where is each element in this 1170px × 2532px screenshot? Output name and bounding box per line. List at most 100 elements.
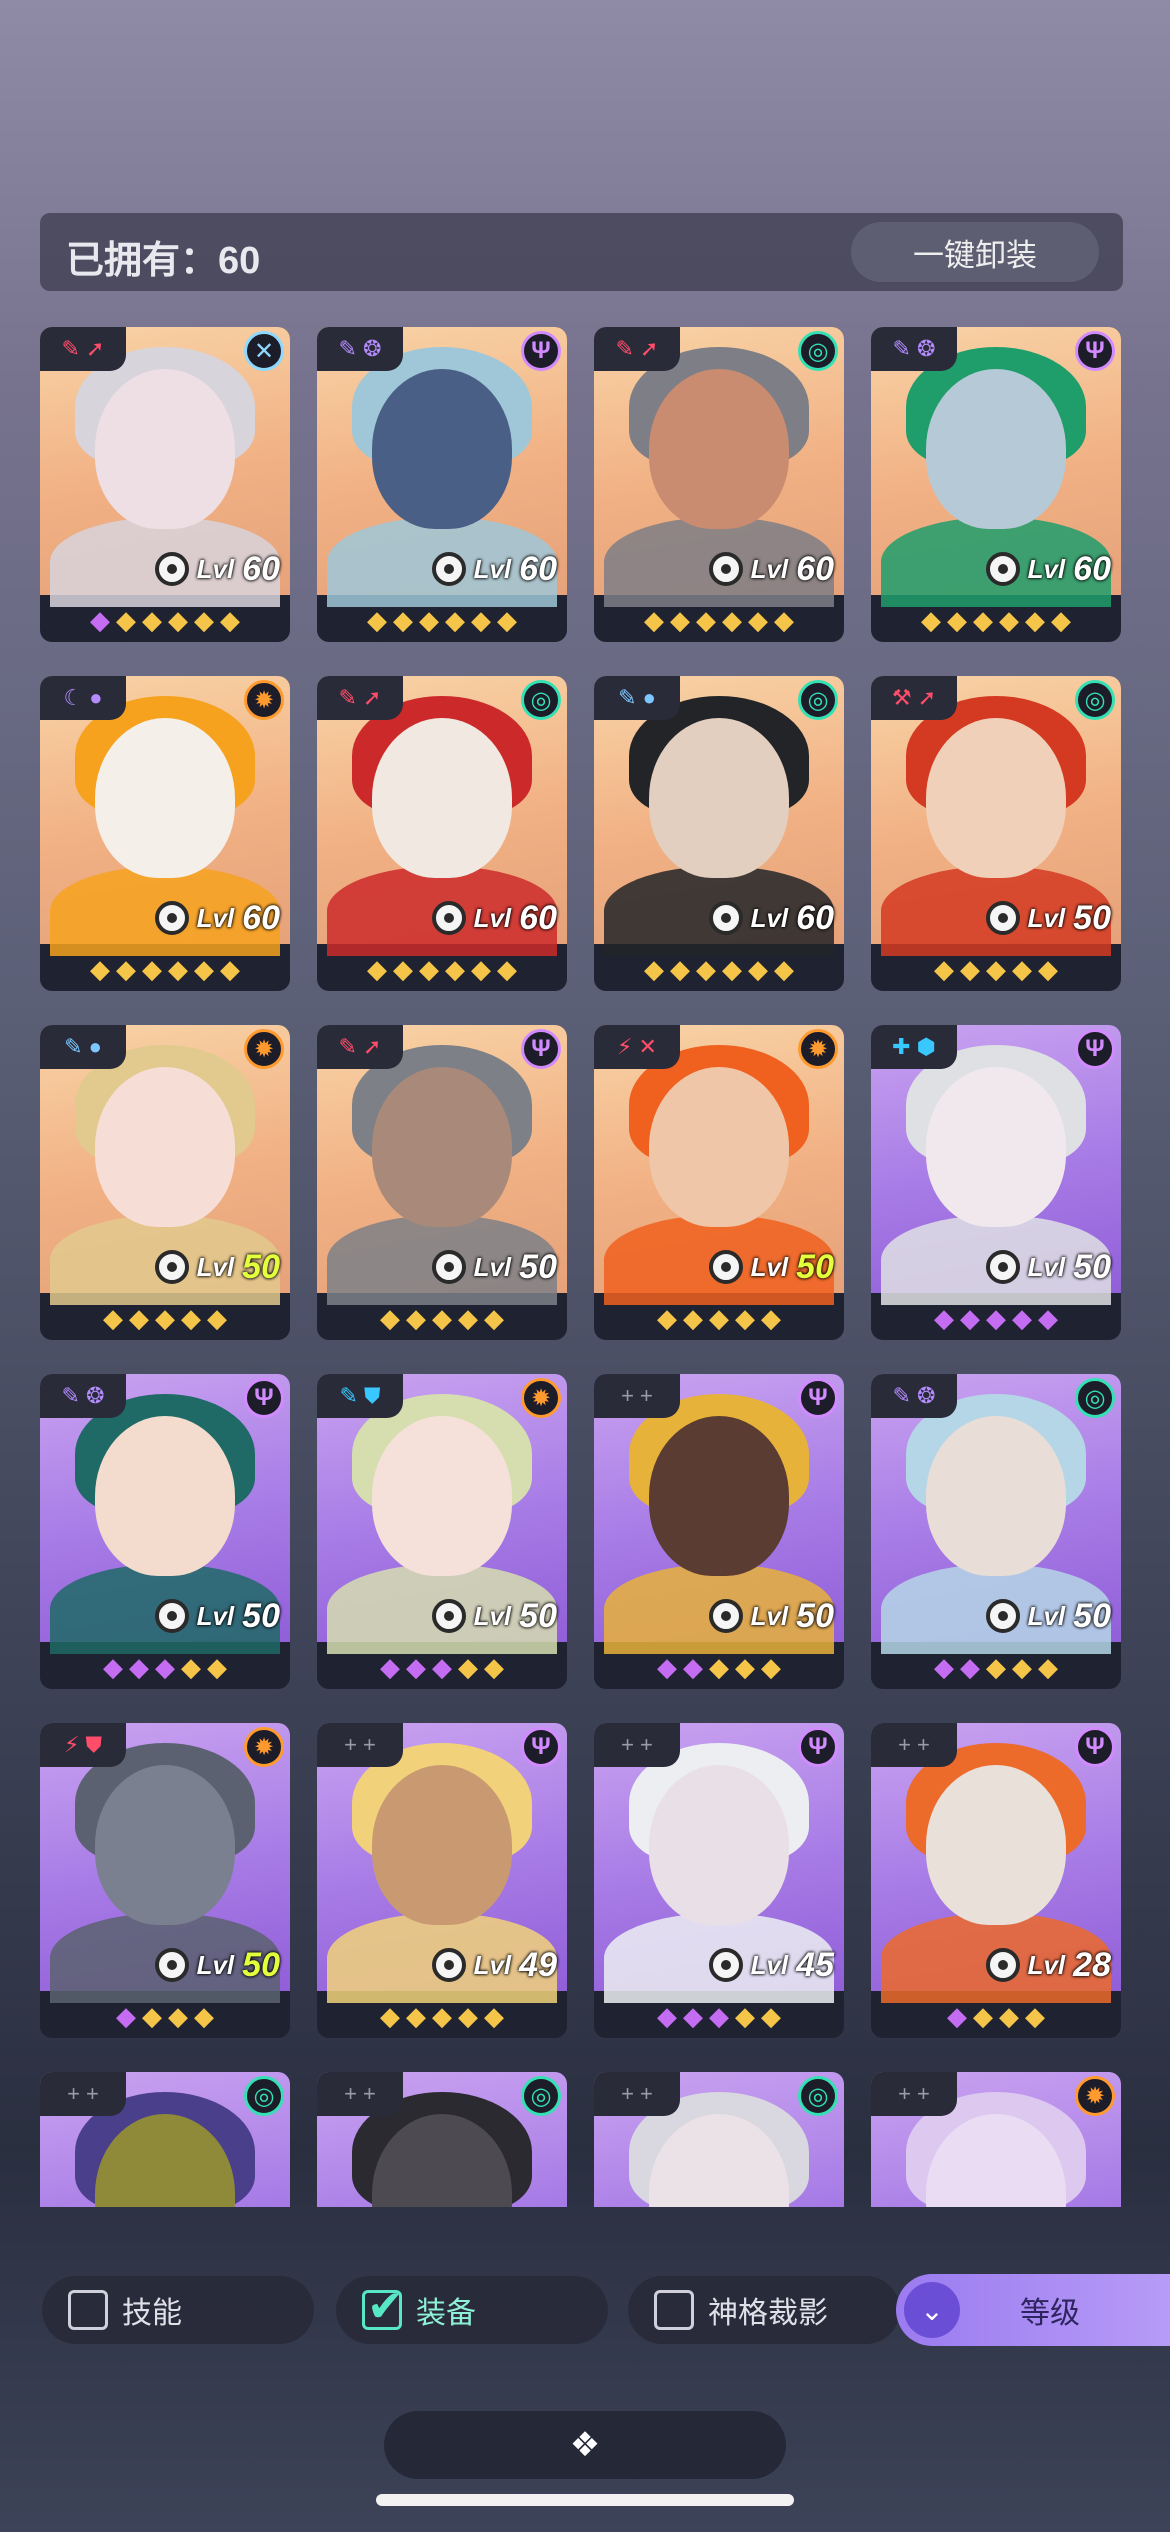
level-prefix: Lvl (473, 1251, 512, 1282)
hero-card[interactable]: ✎ ➚ ✕ Lvl 60 ◆ ◆ ◆ ◆ ◆ ◆ (40, 327, 290, 642)
filter-equipment[interactable]: 装备 (336, 2276, 608, 2344)
faction-icon: Ψ (798, 1378, 838, 1418)
gold-gem-icon: ◆ (471, 953, 491, 984)
bottom-tab-button[interactable]: ❖ (384, 2411, 786, 2479)
hero-face (95, 1067, 235, 1227)
gold-gem-icon: ◆ (497, 604, 517, 635)
hero-card[interactable]: + + Ψ Lvl 45 ◆ ◆ ◆ ◆ ◆ (594, 1723, 844, 2038)
level-prefix: Lvl (750, 1251, 789, 1282)
hero-face (95, 369, 235, 529)
filter-divine-projection[interactable]: 神格裁影 (628, 2276, 900, 2344)
hero-card[interactable]: ⚡ ✕ ✹ Lvl 50 ◆ ◆ ◆ ◆ ◆ (594, 1025, 844, 1340)
hero-card[interactable]: + + ◎ (594, 2072, 844, 2207)
hero-card[interactable]: + + ◎ (317, 2072, 567, 2207)
level-badge: Lvl 60 (431, 549, 557, 589)
ascension-ring-icon (431, 1948, 466, 1982)
hero-card[interactable]: ✎ ❂ Ψ Lvl 50 ◆ ◆ ◆ ◆ ◆ (40, 1374, 290, 1689)
hero-portrait: + + Ψ Lvl 50 (594, 1374, 844, 1654)
divine-projection-checkbox[interactable] (654, 2290, 694, 2330)
hero-portrait: ⚡ ⛊ ✹ Lvl 50 (40, 1723, 290, 2003)
gold-gem-icon: ◆ (657, 1302, 677, 1333)
level-value: 50 (1073, 898, 1111, 937)
gold-gem-icon: ◆ (129, 1302, 149, 1333)
level-value: 60 (1073, 549, 1111, 588)
hero-face (372, 1416, 512, 1576)
hero-card[interactable]: + + Ψ Lvl 28 ◆ ◆ ◆ ◆ (871, 1723, 1121, 2038)
sort-label: 等级 (1020, 2297, 1080, 2330)
hero-face (649, 1416, 789, 1576)
hero-card[interactable]: + + ◎ (40, 2072, 290, 2207)
purple-gem-icon: ◆ (960, 1651, 980, 1682)
hero-card[interactable]: ✚ ⬢ Ψ Lvl 50 ◆ ◆ ◆ ◆ ◆ (871, 1025, 1121, 1340)
unequip-all-button[interactable]: 一键卸装 (851, 222, 1099, 282)
level-value: 50 (796, 1247, 834, 1286)
hero-face (95, 1765, 235, 1925)
hero-card[interactable]: ⚡ ⛊ ✹ Lvl 50 ◆ ◆ ◆ ◆ (40, 1723, 290, 2038)
hero-card[interactable]: ✎ ➚ ◎ Lvl 60 ◆ ◆ ◆ ◆ ◆ ◆ (317, 676, 567, 991)
class-icon: ✎ ➚ (317, 1025, 403, 1069)
hero-portrait: ✎ ➚ ◎ Lvl 60 (317, 676, 567, 956)
level-value: 50 (796, 1596, 834, 1635)
hero-grid: ✎ ➚ ✕ Lvl 60 ◆ ◆ ◆ ◆ ◆ ◆ ✎ ❂ Ψ Lvl 60 ◆ ◆ ◆ ◆ ◆ ◆ ✎ ➚ ◎ Lvl 60 ◆… (40, 327, 1123, 2207)
gold-gem-icon: ◆ (380, 2000, 400, 2031)
star-gems: ◆ ◆ ◆ ◆ ◆ (594, 1993, 844, 2038)
gold-gem-icon: ◆ (445, 953, 465, 984)
hero-card[interactable]: ✎ ❂ Ψ Lvl 60 ◆ ◆ ◆ ◆ ◆ ◆ (871, 327, 1121, 642)
hero-portrait: ✎ ⛊ ✹ Lvl 50 (317, 1374, 567, 1654)
level-value: 50 (519, 1247, 557, 1286)
hero-portrait: ✚ ⬢ Ψ Lvl 50 (871, 1025, 1121, 1305)
gold-gem-icon: ◆ (458, 1302, 478, 1333)
filter-skill[interactable]: 技能 (42, 2276, 314, 2344)
hero-card[interactable]: ✎ ● ✹ Lvl 50 ◆ ◆ ◆ ◆ ◆ (40, 1025, 290, 1340)
hero-card[interactable]: ✎ ⛊ ✹ Lvl 50 ◆ ◆ ◆ ◆ ◆ (317, 1374, 567, 1689)
gold-gem-icon: ◆ (432, 2000, 452, 2031)
hero-card[interactable]: ✎ ● ◎ Lvl 60 ◆ ◆ ◆ ◆ ◆ ◆ (594, 676, 844, 991)
hero-card[interactable]: + + ✹ (871, 2072, 1121, 2207)
hero-face (95, 718, 235, 878)
filter-skill-label: 技能 (122, 2297, 182, 2330)
class-icon: ✎ ❂ (317, 327, 403, 371)
hero-card[interactable]: ✎ ❂ Ψ Lvl 60 ◆ ◆ ◆ ◆ ◆ ◆ (317, 327, 567, 642)
level-badge: Lvl 50 (154, 1247, 280, 1287)
level-prefix: Lvl (1027, 1600, 1066, 1631)
hero-card[interactable]: + + Ψ Lvl 49 ◆ ◆ ◆ ◆ ◆ (317, 1723, 567, 2038)
gold-gem-icon: ◆ (748, 604, 768, 635)
hero-card[interactable]: ✎ ❂ ◎ Lvl 50 ◆ ◆ ◆ ◆ ◆ (871, 1374, 1121, 1689)
gold-gem-icon: ◆ (220, 604, 240, 635)
gold-gem-icon: ◆ (155, 1302, 175, 1333)
level-prefix: Lvl (750, 902, 789, 933)
hero-card[interactable]: + + Ψ Lvl 50 ◆ ◆ ◆ ◆ ◆ (594, 1374, 844, 1689)
purple-gem-icon: ◆ (657, 2000, 677, 2031)
faction-icon: Ψ (521, 1727, 561, 1767)
star-gems: ◆ ◆ ◆ ◆ ◆ ◆ (317, 597, 567, 642)
purple-gem-icon: ◆ (1012, 1302, 1032, 1333)
hero-portrait: ✎ ➚ Ψ Lvl 50 (317, 1025, 567, 1305)
level-prefix: Lvl (750, 1949, 789, 1980)
gold-gem-icon: ◆ (709, 1651, 729, 1682)
level-badge: Lvl 60 (154, 898, 280, 938)
level-badge: Lvl 50 (708, 1247, 834, 1287)
level-prefix: Lvl (750, 1600, 789, 1631)
star-gems: ◆ ◆ ◆ ◆ (871, 1993, 1121, 2038)
level-prefix: Lvl (1027, 553, 1066, 584)
purple-gem-icon: ◆ (155, 1651, 175, 1682)
star-gems: ◆ ◆ ◆ ◆ (40, 1993, 290, 2038)
hero-card[interactable]: ☾ ● ✹ Lvl 60 ◆ ◆ ◆ ◆ ◆ ◆ (40, 676, 290, 991)
gold-gem-icon: ◆ (1012, 953, 1032, 984)
equipment-checkbox[interactable] (362, 2281, 404, 2332)
gold-gem-icon: ◆ (1038, 1651, 1058, 1682)
level-value: 50 (242, 1247, 280, 1286)
hero-card[interactable]: ⚒ ➚ ◎ Lvl 50 ◆ ◆ ◆ ◆ ◆ (871, 676, 1121, 991)
sort-by-level-button[interactable]: ⌄ 等级 (896, 2274, 1170, 2346)
level-value: 60 (242, 549, 280, 588)
class-icon: ✚ ⬢ (871, 1025, 957, 1069)
level-prefix: Lvl (1027, 1949, 1066, 1980)
skill-checkbox[interactable] (68, 2290, 108, 2330)
hero-card[interactable]: ✎ ➚ ◎ Lvl 60 ◆ ◆ ◆ ◆ ◆ ◆ (594, 327, 844, 642)
hero-card[interactable]: ✎ ➚ Ψ Lvl 50 ◆ ◆ ◆ ◆ ◆ (317, 1025, 567, 1340)
star-gems: ◆ ◆ ◆ ◆ ◆ (871, 1644, 1121, 1689)
star-gems: ◆ ◆ ◆ ◆ ◆ (317, 1295, 567, 1340)
hero-portrait: + + Ψ Lvl 49 (317, 1723, 567, 2003)
ascension-ring-icon (431, 1250, 466, 1284)
gold-gem-icon: ◆ (220, 953, 240, 984)
